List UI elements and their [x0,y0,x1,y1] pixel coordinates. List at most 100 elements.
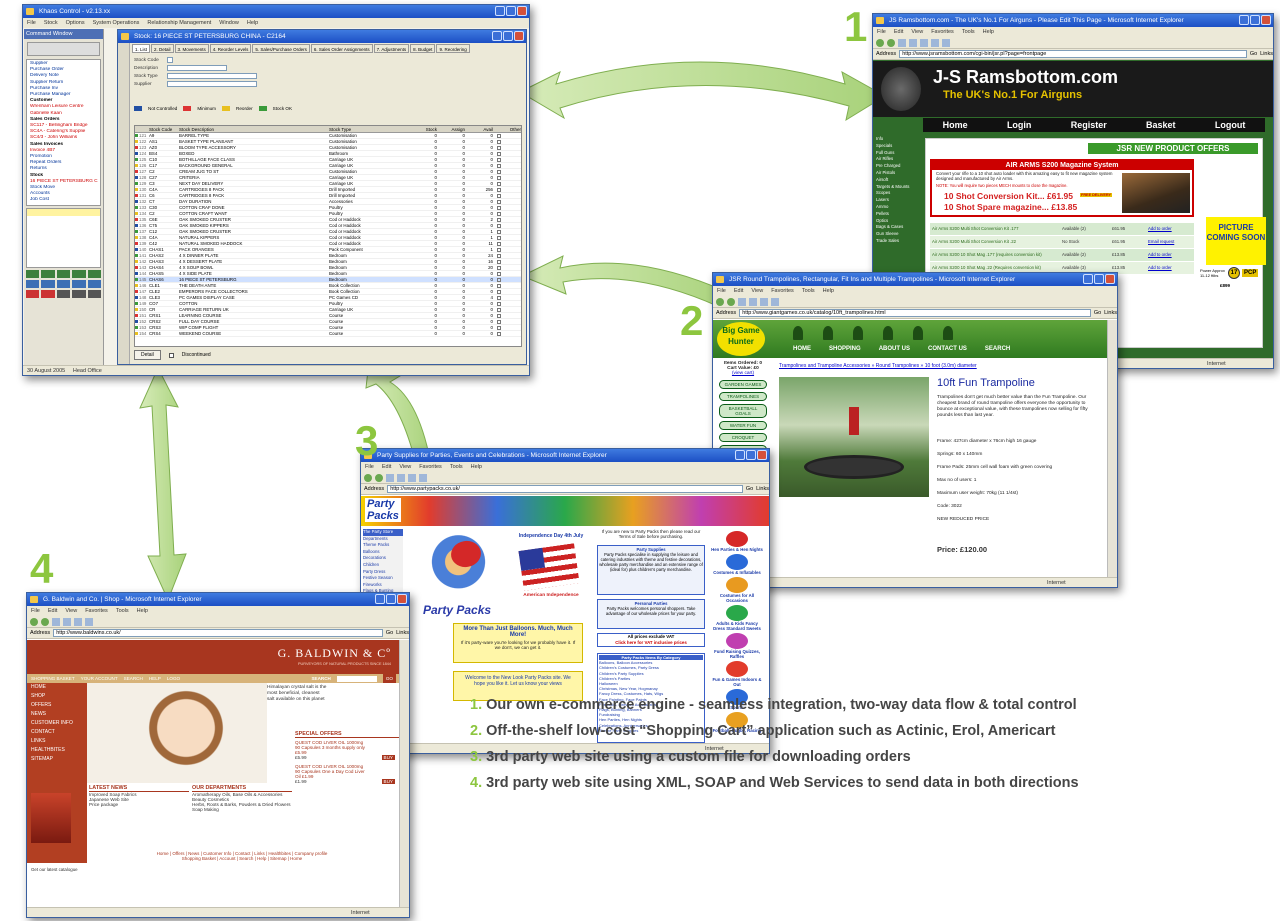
offer-conversion-kit[interactable]: 10 Shot Conversion Kit... £61.95 [944,191,1073,201]
shortcut-icon[interactable] [72,289,86,298]
shortcut-icon[interactable] [87,289,101,298]
menu-edit[interactable]: Edit [48,606,57,616]
maximize-button[interactable] [506,6,516,16]
product-name[interactable]: Air Arms S200 Multi Shot Conversion Kit … [930,236,1060,248]
row-checkbox[interactable] [497,188,501,192]
table-row[interactable]: 154 CRS4 WEEKEND COURSE Course 0 0 0 [135,331,521,337]
side-link[interactable]: Festive Season [363,575,403,582]
pp-logo[interactable]: Party Packs [365,498,401,522]
shortcut-icon[interactable] [56,269,71,278]
menu-help[interactable]: Help [471,462,482,472]
row-checkbox[interactable] [497,200,501,204]
side-sitemap[interactable]: SITEMAP [31,755,87,764]
shortcut-icon[interactable] [87,269,101,278]
add-to-order-link[interactable]: Add to order [1146,223,1194,235]
shortcut-icon[interactable] [72,269,86,278]
row-checkbox[interactable] [497,248,501,252]
row-checkbox[interactable] [497,296,501,300]
side-link[interactable]: Airsoft [876,177,918,184]
nav-home[interactable]: HOME [793,346,811,352]
side-home[interactable]: HOME [31,683,87,692]
menu-edit[interactable]: Edit [894,27,903,37]
links-label[interactable]: Links [1260,49,1273,59]
special-offer-2[interactable]: QUEST COD LIVER OIL 1000mg 90 Capsules O… [295,764,365,779]
maximize-button[interactable] [386,594,396,604]
menu-view[interactable]: View [751,286,763,296]
side-link[interactable]: Ammo [876,204,918,211]
tab-budget[interactable]: 8. Budget [410,44,436,53]
side-link[interactable]: Air Pistols [876,170,918,177]
row-checkbox[interactable] [497,332,501,336]
minimize-button[interactable] [492,31,502,41]
menu-help[interactable]: Help [137,606,148,616]
col-avail[interactable]: Avail [465,126,493,132]
row-checkbox[interactable] [497,140,501,144]
back-icon[interactable] [716,297,724,306]
home-icon[interactable] [74,617,82,626]
nav-about-us[interactable]: ABOUT US [879,346,910,352]
side-link[interactable]: Fireworks [363,582,403,589]
row-checkbox[interactable] [497,254,501,258]
shortcut-icon[interactable] [26,279,40,288]
col-stock-code[interactable]: Stock Code [149,126,179,132]
bgh-breadcrumb[interactable]: Trampolines and Trampoline Accessories »… [779,363,1103,369]
tab-detail[interactable]: 2. Detail [151,44,174,53]
search-icon[interactable] [931,38,939,47]
add-to-order-link[interactable]: Add to order [1146,249,1194,261]
side-link[interactable]: Scopes [876,190,918,197]
promo-link[interactable]: Fun & Games Indoors & Out [711,677,763,687]
american-independence-text[interactable]: American Independence [511,593,591,598]
menu-favorites[interactable]: Favorites [931,27,954,37]
menu-system-operations[interactable]: System Operations [93,18,140,28]
close-button[interactable] [1105,274,1115,284]
shortcut-icon[interactable] [56,289,71,298]
tab-movements[interactable]: 3. Movements [174,44,209,53]
menu-stock[interactable]: Stock [44,18,58,28]
side-link[interactable]: Departments [363,536,403,543]
close-button[interactable] [514,31,524,41]
forward-icon[interactable] [375,473,383,482]
side-link[interactable]: Gun Sleeve [876,231,918,238]
stop-icon[interactable] [52,617,60,626]
footer-links-secondary[interactable]: Shopping Basket | Account | Search | Hel… [87,856,397,861]
special-offer-1[interactable]: QUEST COD LIVER OIL 1000mg 90 Capsules 3… [295,740,365,755]
stock-type-select[interactable] [167,73,257,79]
shortcut-icon[interactable] [41,279,55,288]
search-go-button[interactable]: GO [382,674,396,683]
side-link[interactable]: Full Guns [876,150,918,157]
buy-button[interactable]: BUY [381,755,395,760]
side-link[interactable]: Children [363,562,403,569]
menu-favorites[interactable]: Favorites [771,286,794,296]
menu-file[interactable]: File [717,286,726,296]
menu-window[interactable]: Window [219,18,239,28]
minimize-button[interactable] [1239,15,1249,25]
row-checkbox[interactable] [497,182,501,186]
refresh-icon[interactable] [749,297,757,306]
row-checkbox[interactable] [497,272,501,276]
nav-basket[interactable]: Basket [1146,118,1176,132]
side-link[interactable]: Targets & Mounts [876,184,918,191]
stop-icon[interactable] [898,38,906,47]
buy-button[interactable]: BUY [381,779,395,784]
nav-help[interactable]: HELP [149,674,161,683]
view-cart-link[interactable]: (view cart) [715,371,771,376]
menu-help[interactable]: Help [823,286,834,296]
menu-view[interactable]: View [65,606,77,616]
home-icon[interactable] [408,473,416,482]
close-button[interactable] [517,6,527,16]
col-stock-type[interactable]: Stock Type [329,126,409,132]
close-button[interactable] [757,450,767,460]
tab-reordering[interactable]: 9. Reordering [436,44,470,53]
stop-icon[interactable] [738,297,746,306]
close-button[interactable] [397,594,407,604]
links-label[interactable]: Links [396,628,409,638]
tab-sales-order-assignments[interactable]: 6. Sales Order Assignments [310,44,373,53]
address-input[interactable]: http://www.partypacks.co.uk/ [387,485,743,493]
side-link[interactable]: Party Dress [363,569,403,576]
close-button[interactable] [1261,15,1271,25]
search-icon[interactable] [771,297,779,306]
row-checkbox[interactable] [497,134,501,138]
maximize-button[interactable] [1094,274,1104,284]
go-button[interactable]: Go [1094,308,1101,318]
side-link[interactable]: Pellets [876,211,918,218]
